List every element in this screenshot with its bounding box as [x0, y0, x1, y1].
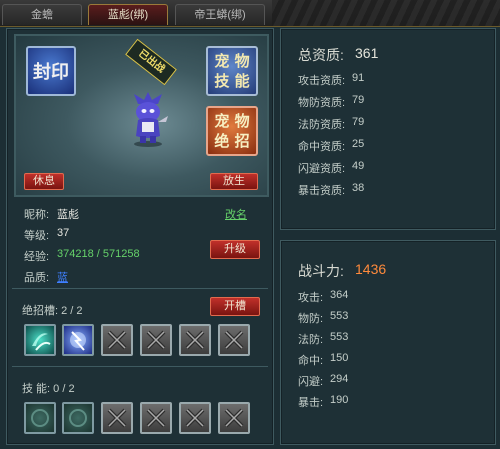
locked-x-icon [224, 330, 244, 350]
pet-skill-line2: 技 能 [214, 72, 250, 90]
skill-slot-4[interactable] [140, 402, 172, 434]
pet-display-area: 封印 已出战 宠 物 技 能 宠 物 绝 招 休息 放生 [14, 34, 269, 197]
seal-label: 封印 [33, 62, 69, 83]
ultimate-slot-1[interactable] [24, 324, 56, 356]
aptitude-attack-value: 91 [352, 72, 365, 84]
divider [12, 288, 268, 289]
divider [12, 366, 268, 367]
locked-x-icon [107, 330, 127, 350]
pet-ultimate-button[interactable]: 宠 物 绝 招 [206, 106, 258, 156]
skill-slot-6[interactable] [218, 402, 250, 434]
locked-x-icon [185, 330, 205, 350]
combat-power-value: 1436 [355, 261, 387, 277]
tab-bar: 金蟾 蓝彪(绑) 帝王蟒(绑) [0, 0, 500, 27]
aptitude-title: 总资质: [298, 47, 344, 63]
aptitude-hit-value: 25 [352, 138, 365, 150]
ultimate-slot-2[interactable] [62, 324, 94, 356]
locked-x-icon [146, 408, 166, 428]
aptitude-dodge-value: 49 [352, 160, 365, 172]
nickname-value: 蓝彪 [57, 209, 79, 221]
upgrade-button[interactable]: 升级 [210, 240, 260, 259]
locked-x-icon [107, 408, 127, 428]
level-label: 等级: [24, 230, 50, 242]
empty-skill-icon [69, 409, 87, 427]
aptitude-crit-value: 38 [352, 182, 365, 194]
open-slot-button[interactable]: 开槽 [210, 297, 260, 316]
aptitude-total: 361 [355, 45, 379, 61]
exp-label: 经验: [24, 251, 50, 263]
combat-crit-label: 暴击: [298, 397, 324, 409]
seal-button[interactable]: 封印 [26, 46, 76, 96]
aptitude-hit-label: 命中资质: [298, 141, 346, 153]
combat-mdef-label: 法防: [298, 334, 324, 346]
tab-diwangmang[interactable]: 帝王蟒(绑) [175, 4, 265, 25]
combat-power-title: 战斗力: [298, 263, 344, 279]
wind-skill-icon [32, 333, 51, 351]
deployed-badge: 已出战 [125, 38, 177, 86]
pet-skill-line1: 宠 物 [214, 52, 250, 70]
exp-value: 374218 / 571258 [57, 248, 140, 260]
locked-x-icon [185, 408, 205, 428]
quality-value: 蓝 [57, 272, 68, 284]
ultimate-slot-label: 绝招槽: 2 / 2 [22, 305, 83, 317]
nickname-label: 昵称: [24, 209, 50, 221]
skill-slot-5[interactable] [179, 402, 211, 434]
empty-skill-icon [31, 409, 49, 427]
combat-mdef-value: 553 [330, 331, 349, 343]
combat-attack-value: 364 [330, 289, 349, 301]
combat-hit-value: 150 [330, 352, 349, 364]
combat-pdef-label: 物防: [298, 313, 324, 325]
pet-figure [134, 92, 168, 147]
aptitude-pdef-value: 79 [352, 94, 365, 106]
skill-slot-1[interactable] [24, 402, 56, 434]
aptitude-mdef-label: 法防资质: [298, 119, 346, 131]
locked-x-icon [146, 330, 166, 350]
combat-hit-label: 命中: [298, 355, 324, 367]
quality-label: 品质: [24, 272, 50, 284]
aptitude-dodge-label: 闪避资质: [298, 163, 346, 175]
release-button[interactable]: 放生 [210, 173, 258, 190]
decorative-border [272, 0, 500, 26]
aptitude-attack-label: 攻击资质: [298, 75, 346, 87]
ultimate-slot-6[interactable] [218, 324, 250, 356]
combat-attack-label: 攻击: [298, 292, 324, 304]
pet-skill-button[interactable]: 宠 物 技 能 [206, 46, 258, 96]
aptitude-crit-label: 暴击资质: [298, 185, 346, 197]
lightning-skill-icon [70, 331, 86, 351]
combat-dodge-label: 闪避: [298, 376, 324, 388]
locked-x-icon [224, 408, 244, 428]
aptitude-mdef-value: 79 [352, 116, 365, 128]
skill-slot-label: 技 能: 0 / 2 [22, 383, 75, 395]
pet-ultimate-line2: 绝 招 [214, 132, 250, 150]
level-value: 37 [57, 227, 70, 239]
ultimate-slot-4[interactable] [140, 324, 172, 356]
rename-link[interactable]: 改名 [225, 206, 247, 222]
combat-crit-value: 190 [330, 394, 349, 406]
rest-button[interactable]: 休息 [24, 173, 64, 190]
combat-dodge-value: 294 [330, 373, 349, 385]
pet-ultimate-line1: 宠 物 [214, 112, 250, 130]
tab-jinchan[interactable]: 金蟾 [2, 4, 82, 25]
combat-pdef-value: 553 [330, 310, 349, 322]
tab-lanbiao[interactable]: 蓝彪(绑) [88, 4, 168, 25]
aptitude-pdef-label: 物防资质: [298, 97, 346, 109]
skill-slot-2[interactable] [62, 402, 94, 434]
skill-slot-3[interactable] [101, 402, 133, 434]
ultimate-slot-5[interactable] [179, 324, 211, 356]
ultimate-slot-3[interactable] [101, 324, 133, 356]
